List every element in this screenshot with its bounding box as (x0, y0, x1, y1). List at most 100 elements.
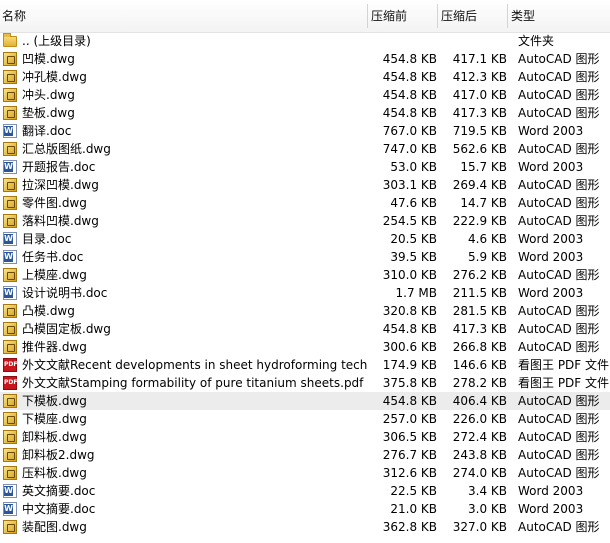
file-name: 冲头.dwg (22, 88, 75, 102)
file-type: AutoCAD 图形 (518, 268, 600, 282)
file-name: 开题报告.doc (22, 160, 96, 174)
file-row[interactable]: 卸料板2.dwg 276.7 KB 243.8 KB AutoCAD 图形 (0, 446, 610, 464)
file-type: 看图王 PDF 文件 (518, 358, 610, 372)
file-name: 设计说明书.doc (22, 286, 108, 300)
file-type: AutoCAD 图形 (518, 304, 600, 318)
word-icon (3, 160, 17, 174)
file-type: AutoCAD 图形 (518, 340, 600, 354)
file-compressed-size: 53.0 KB (390, 160, 437, 174)
file-size: 211.5 KB (452, 286, 507, 300)
autocad-icon (3, 448, 17, 462)
file-row[interactable]: 外文文献Stamping formability of pure titaniu… (0, 374, 610, 392)
column-compressed[interactable]: 压缩前 (369, 0, 439, 33)
file-name: 冲孔模.dwg (22, 70, 87, 84)
file-type: Word 2003 (518, 124, 584, 138)
column-name[interactable]: 名称 (0, 0, 367, 33)
file-type: AutoCAD 图形 (518, 466, 600, 480)
column-header: 名称 压缩前 压缩后 类型 (0, 0, 610, 33)
file-compressed-size: 47.6 KB (390, 196, 437, 210)
file-compressed-size: 300.6 KB (382, 340, 437, 354)
file-type: 文件夹 (518, 34, 555, 48)
file-row[interactable]: 压料板.dwg 312.6 KB 274.0 KB AutoCAD 图形 (0, 464, 610, 482)
file-size: 269.4 KB (452, 178, 507, 192)
file-type: AutoCAD 图形 (518, 322, 600, 336)
file-row[interactable]: 开题报告.doc 53.0 KB 15.7 KB Word 2003 (0, 158, 610, 176)
file-name: .. (上级目录) (22, 34, 91, 48)
column-divider[interactable] (437, 4, 438, 28)
autocad-icon (3, 430, 17, 444)
file-compressed-size: 276.7 KB (382, 448, 437, 462)
file-compressed-size: 454.8 KB (382, 52, 437, 66)
file-row[interactable]: 设计说明书.doc 1.7 MB 211.5 KB Word 2003 (0, 284, 610, 302)
file-name: 卸料板.dwg (22, 430, 87, 444)
autocad-icon (3, 340, 17, 354)
file-row[interactable]: 目录.doc 20.5 KB 4.6 KB Word 2003 (0, 230, 610, 248)
autocad-icon (3, 106, 17, 120)
file-compressed-size: 21.0 KB (390, 502, 437, 516)
file-size: 15.7 KB (460, 160, 507, 174)
file-row[interactable]: 凸模.dwg 320.8 KB 281.5 KB AutoCAD 图形 (0, 302, 610, 320)
file-compressed-size: 39.5 KB (390, 250, 437, 264)
file-name: 落料凹模.dwg (22, 214, 99, 228)
file-row[interactable]: 中文摘要.doc 21.0 KB 3.0 KB Word 2003 (0, 500, 610, 518)
file-compressed-size: 306.5 KB (382, 430, 437, 444)
file-row[interactable]: 落料凹模.dwg 254.5 KB 222.9 KB AutoCAD 图形 (0, 212, 610, 230)
file-rows: 凹模.dwg 454.8 KB 417.1 KB AutoCAD 图形 冲孔模.dwg 4… (0, 50, 610, 536)
file-type: AutoCAD 图形 (518, 394, 600, 408)
file-compressed-size: 312.6 KB (382, 466, 437, 480)
file-name: 外文文献Recent developments in sheet hydrofo… (22, 358, 367, 372)
file-row[interactable]: 零件图.dwg 47.6 KB 14.7 KB AutoCAD 图形 (0, 194, 610, 212)
autocad-icon (3, 142, 17, 156)
file-row[interactable]: 汇总版图纸.dwg 747.0 KB 562.6 KB AutoCAD 图形 (0, 140, 610, 158)
autocad-icon (3, 394, 17, 408)
file-row[interactable]: 卸料板.dwg 306.5 KB 272.4 KB AutoCAD 图形 (0, 428, 610, 446)
file-compressed-size: 362.8 KB (382, 520, 437, 534)
file-type: AutoCAD 图形 (518, 430, 600, 444)
column-divider[interactable] (507, 4, 508, 28)
file-row[interactable]: 下模板.dwg 454.8 KB 406.4 KB AutoCAD 图形 (0, 392, 610, 410)
file-row[interactable]: 外文文献Recent developments in sheet hydrofo… (0, 356, 610, 374)
file-size: 274.0 KB (452, 466, 507, 480)
file-size: 14.7 KB (460, 196, 507, 210)
column-divider[interactable] (367, 4, 368, 28)
file-size: 266.8 KB (452, 340, 507, 354)
file-size: 4.6 KB (468, 232, 507, 246)
autocad-icon (3, 268, 17, 282)
file-row[interactable]: 拉深凹模.dwg 303.1 KB 269.4 KB AutoCAD 图形 (0, 176, 610, 194)
parent-folder-row[interactable]: .. (上级目录) 文件夹 (0, 32, 610, 50)
file-row[interactable]: 凸模固定板.dwg 454.8 KB 417.3 KB AutoCAD 图形 (0, 320, 610, 338)
file-size: 417.0 KB (452, 88, 507, 102)
file-row[interactable]: 凹模.dwg 454.8 KB 417.1 KB AutoCAD 图形 (0, 50, 610, 68)
file-size: 281.5 KB (452, 304, 507, 318)
file-row[interactable]: 翻译.doc 767.0 KB 719.5 KB Word 2003 (0, 122, 610, 140)
file-row[interactable]: 任务书.doc 39.5 KB 5.9 KB Word 2003 (0, 248, 610, 266)
file-name: 中文摘要.doc (22, 502, 96, 516)
file-type: Word 2003 (518, 502, 584, 516)
file-size: 276.2 KB (452, 268, 507, 282)
file-row[interactable]: 英文摘要.doc 22.5 KB 3.4 KB Word 2003 (0, 482, 610, 500)
file-type: AutoCAD 图形 (518, 142, 600, 156)
file-row[interactable]: 上模座.dwg 310.0 KB 276.2 KB AutoCAD 图形 (0, 266, 610, 284)
file-name: 下模板.dwg (22, 394, 87, 408)
file-row[interactable]: 垫板.dwg 454.8 KB 417.3 KB AutoCAD 图形 (0, 104, 610, 122)
file-name: 拉深凹模.dwg (22, 178, 99, 192)
file-row[interactable]: 冲孔模.dwg 454.8 KB 412.3 KB AutoCAD 图形 (0, 68, 610, 86)
file-compressed-size: 454.8 KB (382, 322, 437, 336)
file-name: 上模座.dwg (22, 268, 87, 282)
autocad-icon (3, 304, 17, 318)
file-compressed-size: 303.1 KB (382, 178, 437, 192)
autocad-icon (3, 214, 17, 228)
file-type: Word 2003 (518, 232, 584, 246)
file-type: AutoCAD 图形 (518, 106, 600, 120)
file-row[interactable]: 下模座.dwg 257.0 KB 226.0 KB AutoCAD 图形 (0, 410, 610, 428)
file-compressed-size: 254.5 KB (382, 214, 437, 228)
file-row[interactable]: 装配图.dwg 362.8 KB 327.0 KB AutoCAD 图形 (0, 518, 610, 536)
file-compressed-size: 454.8 KB (382, 394, 437, 408)
file-type: AutoCAD 图形 (518, 214, 600, 228)
file-row[interactable]: 冲头.dwg 454.8 KB 417.0 KB AutoCAD 图形 (0, 86, 610, 104)
file-row[interactable]: 推件器.dwg 300.6 KB 266.8 KB AutoCAD 图形 (0, 338, 610, 356)
file-type: AutoCAD 图形 (518, 88, 600, 102)
word-icon (3, 250, 17, 264)
column-type[interactable]: 类型 (509, 0, 610, 33)
column-size[interactable]: 压缩后 (439, 0, 509, 33)
